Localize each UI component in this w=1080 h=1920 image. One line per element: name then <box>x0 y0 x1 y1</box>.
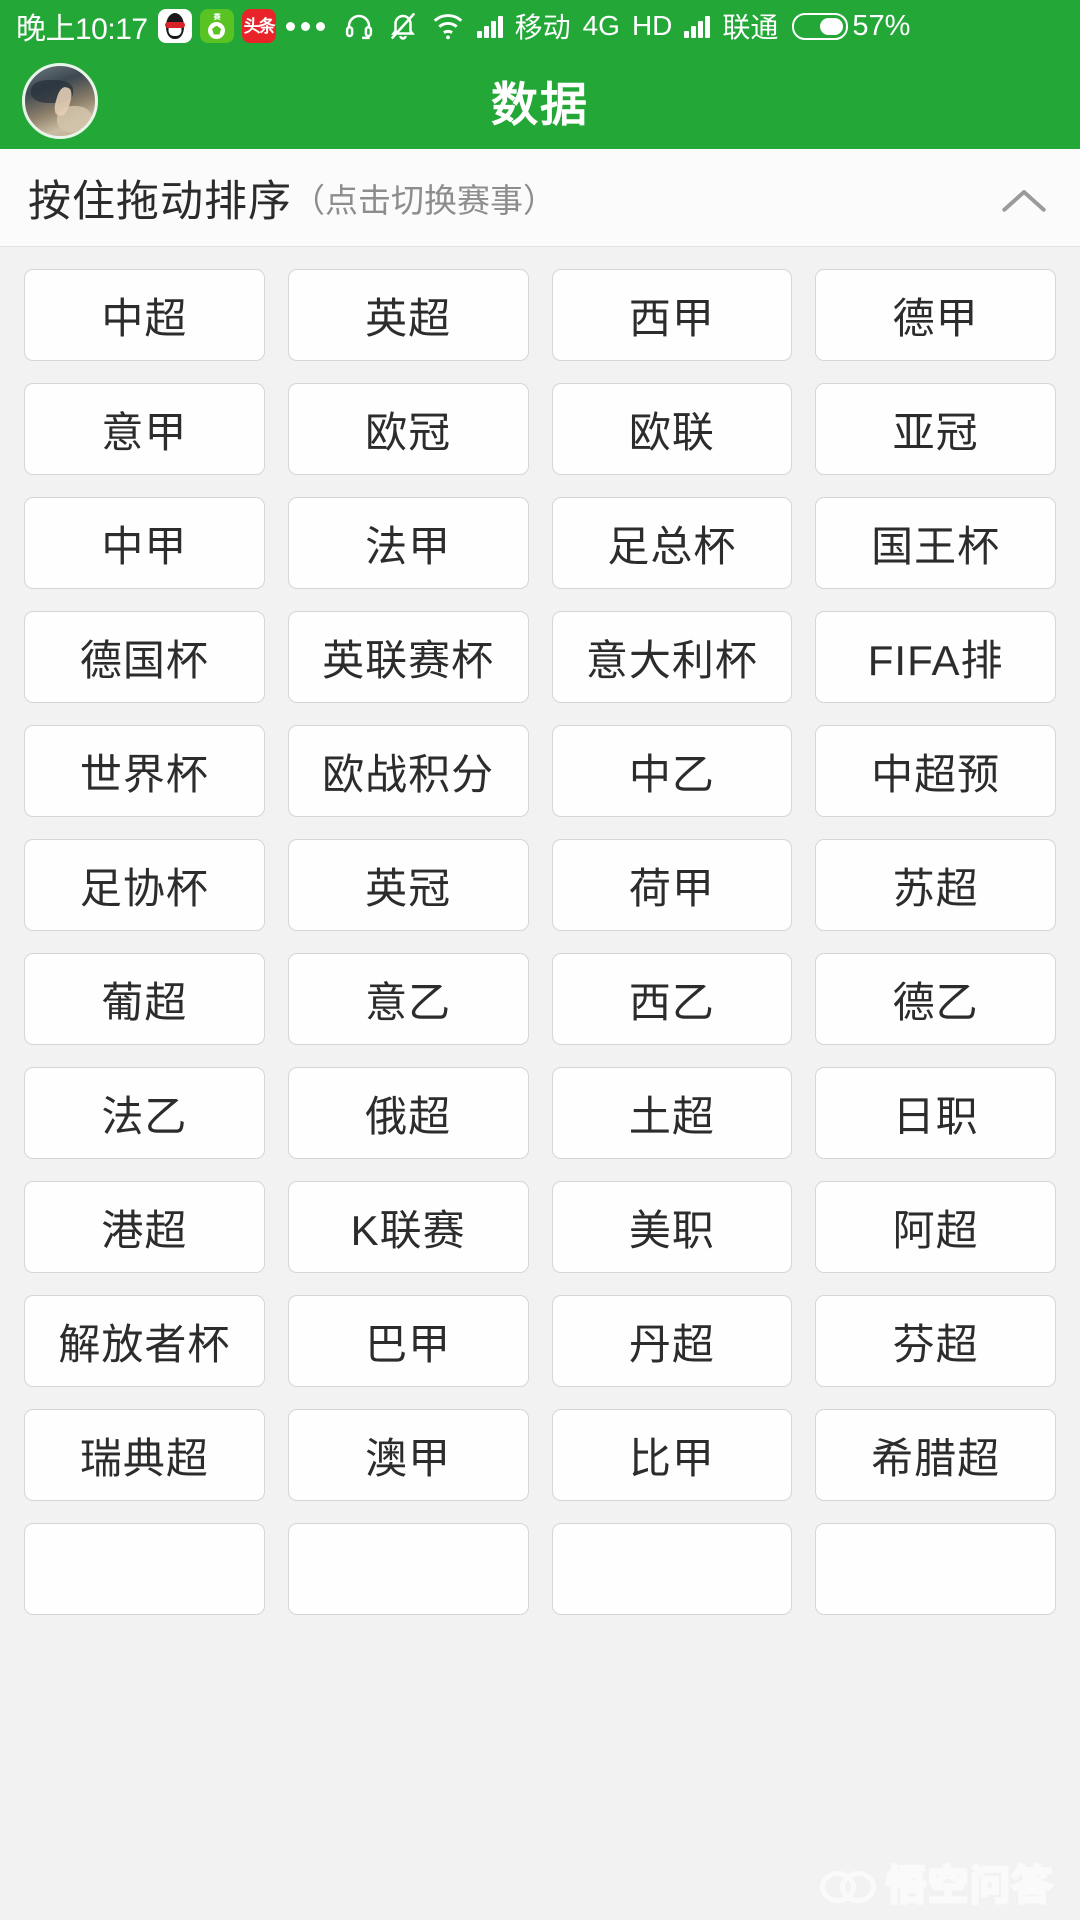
league-tile[interactable]: 芬超 <box>815 1295 1056 1387</box>
league-tile[interactable]: 西乙 <box>551 953 793 1045</box>
battery-percent: 57% <box>852 9 911 42</box>
league-tile[interactable]: 丹超 <box>551 1295 793 1387</box>
league-tile[interactable]: 瑞典超 <box>24 1409 265 1501</box>
league-tile[interactable]: 意甲 <box>24 383 265 475</box>
league-tile[interactable]: 中乙 <box>551 725 793 817</box>
league-tile[interactable]: 苏超 <box>815 839 1056 931</box>
overflow-dots-icon <box>285 21 325 31</box>
league-tile[interactable]: 英超 <box>287 269 529 361</box>
league-tile[interactable]: FIFA排 <box>815 611 1056 703</box>
league-grid: 中超 英超 西甲 德甲意甲 欧冠 欧联 亚冠中甲 法甲 足总杯 国王杯德国杯 英联赛杯 意大利杯 FIF… <box>24 269 1056 1615</box>
status-bar: 晚上10:17 赛 头条 移动 4G HD 联通 57% <box>0 0 1080 52</box>
league-tile[interactable] <box>551 1523 793 1615</box>
league-tile[interactable]: 世界杯 <box>24 725 265 817</box>
sort-section-header[interactable]: 按住拖动排序 （点击切换赛事） <box>0 149 1080 247</box>
league-tile[interactable]: 比甲 <box>551 1409 793 1501</box>
league-tile[interactable]: 欧冠 <box>287 383 529 475</box>
league-tile[interactable]: 日职 <box>815 1067 1056 1159</box>
league-tile[interactable]: 德国杯 <box>24 611 265 703</box>
watermark-text: 悟空问答 <box>885 1863 1054 1910</box>
league-tile[interactable]: 西甲 <box>551 269 793 361</box>
status-time: 晚上10:17 <box>16 13 148 46</box>
league-tile[interactable]: 欧战积分 <box>287 725 529 817</box>
league-tile[interactable]: 法乙 <box>24 1067 265 1159</box>
chevron-up-icon[interactable] <box>1000 175 1046 221</box>
carrier-label-1: 移动 <box>514 12 571 43</box>
league-tile[interactable]: 欧联 <box>551 383 793 475</box>
league-tile[interactable] <box>24 1523 265 1615</box>
league-tile[interactable]: 德甲 <box>815 269 1056 361</box>
league-tile[interactable]: 巴甲 <box>287 1295 529 1387</box>
sort-hint-main: 按住拖动排序 <box>28 177 292 226</box>
league-tile[interactable]: 亚冠 <box>815 383 1056 475</box>
headset-icon <box>344 11 374 41</box>
league-tile[interactable]: 希腊超 <box>815 1409 1056 1501</box>
league-tile[interactable]: 中超预 <box>815 725 1056 817</box>
league-tile[interactable]: 法甲 <box>287 497 529 589</box>
league-tile[interactable]: 澳甲 <box>287 1409 529 1501</box>
league-tile[interactable] <box>815 1523 1056 1615</box>
league-tile[interactable]: 葡超 <box>24 953 265 1045</box>
league-tile[interactable]: 港超 <box>24 1181 265 1273</box>
league-tile[interactable]: 足协杯 <box>24 839 265 931</box>
league-tile[interactable]: 意乙 <box>287 953 529 1045</box>
status-app-icons: 赛 头条 <box>157 9 276 43</box>
league-tile[interactable]: 国王杯 <box>815 497 1056 589</box>
app-bar: 数据 <box>0 52 1080 149</box>
league-tile[interactable]: 解放者杯 <box>24 1295 265 1387</box>
league-tile[interactable] <box>287 1523 529 1615</box>
battery-icon <box>792 12 849 40</box>
wifi-icon <box>432 11 464 41</box>
watermark: 悟空问答 <box>820 1853 1054 1911</box>
signal-bars-icon-2 <box>684 14 711 38</box>
league-tile[interactable]: 足总杯 <box>551 497 793 589</box>
league-tile[interactable]: 土超 <box>551 1067 793 1159</box>
league-grid-container: 中超 英超 西甲 德甲意甲 欧冠 欧联 亚冠中甲 法甲 足总杯 国王杯德国杯 英联赛杯 意大利杯 FIF… <box>0 247 1080 1919</box>
league-tile[interactable]: 英联赛杯 <box>287 611 529 703</box>
league-tile[interactable]: 美职 <box>551 1181 793 1273</box>
sort-hint-sub: （点击切换赛事） <box>292 181 556 219</box>
page-title: 数据 <box>491 78 589 131</box>
hd-label: HD <box>631 10 673 41</box>
network-type-label: 4G <box>582 10 620 41</box>
wukong-logo-icon <box>820 1865 876 1903</box>
league-tile[interactable]: K联赛 <box>287 1181 529 1273</box>
football-app-icon: 赛 <box>199 9 234 43</box>
bell-muted-icon <box>388 11 418 41</box>
league-tile[interactable]: 德乙 <box>815 953 1056 1045</box>
signal-bars-icon-1 <box>476 14 503 38</box>
toutiao-icon: 头条 <box>241 9 276 43</box>
league-tile[interactable]: 俄超 <box>287 1067 529 1159</box>
league-tile[interactable]: 英冠 <box>287 839 529 931</box>
league-tile[interactable]: 中甲 <box>24 497 265 589</box>
league-tile[interactable]: 中超 <box>24 269 265 361</box>
carrier-label-2: 联通 <box>722 12 779 43</box>
qq-icon <box>157 9 192 43</box>
league-tile[interactable]: 意大利杯 <box>551 611 793 703</box>
league-tile[interactable]: 阿超 <box>815 1181 1056 1273</box>
league-tile[interactable]: 荷甲 <box>551 839 793 931</box>
